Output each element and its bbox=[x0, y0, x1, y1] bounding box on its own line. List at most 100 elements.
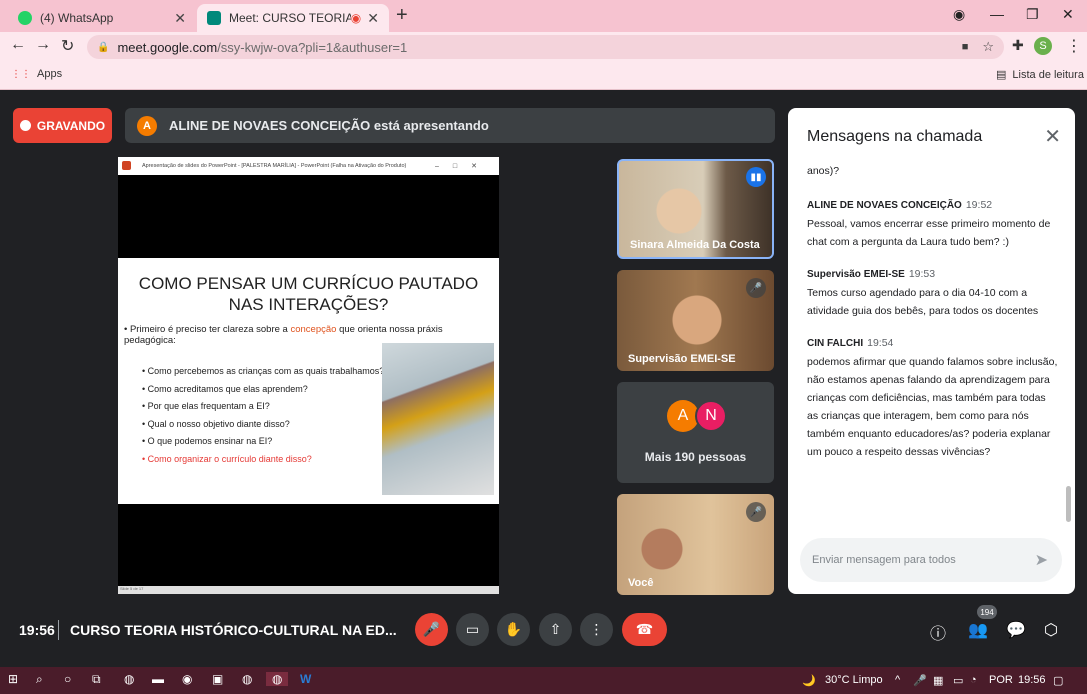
close-chat-icon[interactable]: ✕ bbox=[1044, 124, 1061, 149]
url-host: meet.google.com bbox=[117, 39, 218, 55]
tray-network-icon[interactable]: ▦ bbox=[933, 674, 943, 687]
message-time: 19:52 bbox=[965, 199, 993, 211]
task-view-icon[interactable]: ⧉ bbox=[92, 672, 101, 687]
reading-list-label: Lista de leitura bbox=[1012, 68, 1084, 81]
forward-icon[interactable]: → bbox=[35, 36, 51, 54]
word-icon[interactable]: W bbox=[300, 672, 311, 686]
bullet-text: O que podemos ensinar na EI? bbox=[147, 436, 273, 446]
tray-lang[interactable]: POR bbox=[989, 674, 1013, 686]
recording-badge: GRAVANDO bbox=[13, 108, 112, 143]
participant-tile[interactable]: ▮▮ Sinara Almeida Da Costa bbox=[617, 159, 774, 259]
slide-bullets: • Como percebemos as crianças com as qua… bbox=[142, 366, 384, 471]
apps-label: Apps bbox=[37, 68, 63, 80]
chat-scrollbar[interactable] bbox=[1066, 486, 1071, 522]
reload-icon[interactable]: ↻ bbox=[61, 36, 74, 56]
chrome-taskbar-icon[interactable]: ◍ bbox=[124, 672, 134, 686]
hang-up-icon: ☎ bbox=[635, 621, 654, 637]
chrome-taskbar-icon-2[interactable]: ◍ bbox=[242, 672, 252, 686]
maximize-icon[interactable]: ❐ bbox=[1026, 6, 1039, 23]
cortana-icon[interactable]: ○ bbox=[64, 672, 71, 686]
extensions-icon[interactable]: ✚ bbox=[1012, 37, 1024, 54]
weather-text[interactable]: 30°C Limpo bbox=[825, 674, 883, 686]
speaking-indicator-icon: ▮▮ bbox=[746, 167, 766, 187]
camera-icon[interactable]: ■ bbox=[962, 41, 969, 53]
bullet-text: Qual o nosso objetivo diante disso? bbox=[147, 418, 290, 429]
presenter-text: ALINE DE NOVAES CONCEIÇÃO está apresenta… bbox=[169, 118, 489, 133]
profile-menu-icon[interactable]: ◉ bbox=[953, 6, 965, 23]
intro-text: Primeiro é preciso ter clareza sobre a bbox=[129, 324, 291, 335]
back-icon[interactable]: ← bbox=[10, 36, 26, 54]
new-tab-button[interactable]: + bbox=[396, 4, 408, 27]
tab-meet[interactable]: Meet: CURSO TEORIA HISTÓ ◉ ✕ bbox=[197, 4, 389, 32]
send-icon[interactable]: ➤ bbox=[1035, 550, 1048, 570]
recording-label: GRAVANDO bbox=[36, 118, 106, 133]
tray-clock[interactable]: 19:56 bbox=[1018, 674, 1046, 686]
hand-icon: ✋ bbox=[504, 621, 523, 637]
bookmark-star-icon[interactable]: ☆ bbox=[982, 39, 994, 55]
slide-bullet: • O que podemos ensinar na EI? bbox=[142, 436, 273, 446]
mic-off-icon: 🎤 bbox=[746, 502, 766, 522]
reading-list-icon: ▤ bbox=[996, 69, 1007, 81]
mic-toggle-button[interactable]: 🎤 bbox=[415, 613, 448, 646]
message-time: 19:54 bbox=[867, 337, 894, 349]
more-participants-tile[interactable]: A N Mais 190 pessoas bbox=[617, 382, 774, 483]
apps-grid-icon: ⋮⋮ bbox=[11, 68, 31, 80]
people-icon[interactable]: 👥 bbox=[968, 620, 988, 640]
whatsapp-taskbar-icon[interactable]: ◉ bbox=[182, 672, 192, 686]
store-icon[interactable]: ▣ bbox=[212, 672, 223, 686]
tab-whatsapp[interactable]: (4) WhatsApp ✕ bbox=[8, 4, 196, 32]
message-text: Temos curso agendado para o dia 04-10 co… bbox=[807, 287, 1039, 317]
participant-tile[interactable]: 🎤 Supervisão EMEI-SE bbox=[617, 270, 774, 371]
weather-icon[interactable]: 🌙 bbox=[802, 674, 816, 687]
close-icon[interactable]: ✕ bbox=[367, 10, 379, 27]
message-sender: ALINE DE NOVAES CONCEIÇÃO bbox=[807, 200, 962, 211]
chat-title: Mensagens na chamada bbox=[807, 128, 983, 145]
participant-avatar: N bbox=[695, 400, 727, 432]
windows-start-icon[interactable]: ⊞ bbox=[8, 672, 18, 686]
powerpoint-icon bbox=[122, 161, 131, 170]
participant-name: Supervisão EMEI-SE bbox=[628, 353, 736, 365]
record-dot-icon bbox=[19, 120, 31, 131]
notifications-icon[interactable]: ▢ bbox=[1053, 674, 1063, 687]
slide-status: Slide 5 de 17 bbox=[120, 586, 144, 591]
end-call-button[interactable]: ☎ bbox=[622, 613, 667, 646]
minimize-icon[interactable]: — bbox=[990, 6, 1004, 22]
profile-avatar[interactable]: S bbox=[1034, 37, 1052, 55]
search-icon[interactable]: ⌕ bbox=[36, 672, 43, 687]
tab-label: (4) WhatsApp bbox=[40, 11, 114, 25]
chat-messages[interactable]: anos)? ALINE DE NOVAES CONCEIÇÃO 19:52 Pe… bbox=[807, 162, 1059, 475]
presenter-banner: A ALINE DE NOVAES CONCEIÇÃO está apresen… bbox=[125, 108, 775, 143]
message-text: podemos afirmar que quando falamos sobre… bbox=[807, 356, 1058, 458]
present-button[interactable]: ⇧ bbox=[539, 613, 572, 646]
tab-label: Meet: CURSO TEORIA HISTÓ bbox=[229, 11, 351, 25]
reading-list[interactable]: ▤ Lista de leitura bbox=[996, 68, 1084, 82]
file-explorer-icon[interactable]: ▬ bbox=[152, 672, 164, 686]
self-tile[interactable]: 🎤 Você bbox=[617, 494, 774, 595]
more-options-button[interactable]: ⋮ bbox=[580, 613, 613, 646]
camera-toggle-button[interactable]: ▭ bbox=[456, 613, 489, 646]
chat-icon[interactable]: 💬 bbox=[1006, 620, 1026, 640]
chrome-taskbar-icon-active[interactable]: ◍ bbox=[266, 672, 289, 686]
close-window-icon[interactable]: ✕ bbox=[1062, 6, 1074, 23]
tray-arrow-icon[interactable]: ^ bbox=[895, 674, 900, 686]
camera-icon: ▭ bbox=[465, 621, 480, 637]
close-icon[interactable]: ✕ bbox=[174, 10, 186, 27]
activities-icon[interactable]: ⬡ bbox=[1044, 620, 1058, 640]
intro-highlight: concepção bbox=[290, 324, 337, 335]
message-sender: Supervisão EMEI-SE bbox=[807, 269, 905, 280]
apps-bookmark[interactable]: ⋮⋮ Apps bbox=[11, 68, 62, 80]
tray-mic-icon[interactable]: 🎤 bbox=[913, 674, 927, 687]
raise-hand-button[interactable]: ✋ bbox=[497, 613, 530, 646]
ppt-window-title: Apresentação de slides do PowerPoint - [… bbox=[142, 163, 407, 169]
slide-bullet: • Qual o nosso objetivo diante disso? bbox=[142, 418, 290, 429]
lock-icon: 🔒 bbox=[97, 41, 110, 53]
tray-wifi-icon[interactable]: ◔ bbox=[970, 674, 977, 686]
tray-battery-icon[interactable]: ▭ bbox=[953, 674, 963, 687]
meeting-details-icon[interactable]: ⓘ bbox=[930, 620, 946, 644]
browser-menu-icon[interactable]: ⋮ bbox=[1066, 36, 1082, 56]
address-bar[interactable]: 🔒 meet.google.com/ssy-kwjw-ova?pli=1&aut… bbox=[87, 35, 1004, 59]
message-time: 19:53 bbox=[908, 268, 936, 280]
message-text: Pessoal, vamos encerrar esse primeiro mo… bbox=[807, 218, 1051, 248]
chat-message: CIN FALCHI 19:54 podemos afirmar que quan… bbox=[807, 334, 1059, 461]
chat-input[interactable]: Enviar mensagem para todos ➤ bbox=[800, 538, 1062, 582]
